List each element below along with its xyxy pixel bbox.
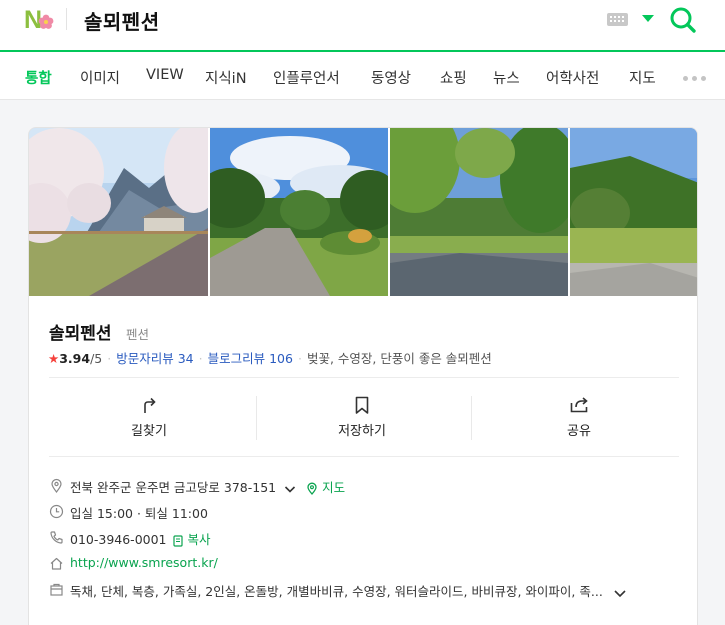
place-name[interactable]: 솔뫼펜션 <box>49 319 112 344</box>
save-button[interactable]: 저장하기 <box>312 395 412 443</box>
blog-reviews-label: 블로그리뷰 <box>207 351 266 366</box>
chevron-down-icon[interactable] <box>284 484 296 494</box>
search-query[interactable]: 솔뫼펜션 <box>84 6 160 35</box>
action-divider <box>471 396 472 440</box>
tab-integrated[interactable]: 통합 <box>25 67 52 88</box>
directions-button[interactable]: 길찾기 <box>99 395 199 443</box>
place-photo[interactable] <box>210 128 388 296</box>
phone-number[interactable]: 010-3946-0001 <box>70 532 167 547</box>
separator-dot: · <box>198 351 203 366</box>
place-photo[interactable] <box>570 128 697 296</box>
share-icon <box>570 397 588 413</box>
place-category: 펜션 <box>126 327 150 342</box>
amenities-icon <box>50 583 63 596</box>
website-link[interactable]: http://www.smresort.kr/ <box>70 555 218 570</box>
action-divider <box>256 396 257 440</box>
visitor-reviews-count: 34 <box>177 351 194 366</box>
amenities-text: 독채, 단체, 복층, 가족실, 2인실, 온돌방, 개별바비큐, 수영장, 워… <box>70 584 603 599</box>
tab-view[interactable]: VIEW <box>146 67 184 83</box>
rating-max: /5 <box>90 351 103 366</box>
tab-dictionary[interactable]: 어학사전 <box>546 67 599 88</box>
tab-videos[interactable]: 동영상 <box>371 67 411 88</box>
map-pin-icon <box>307 482 317 495</box>
visitor-reviews-link[interactable]: 방문자리뷰 34 <box>116 351 193 366</box>
blog-reviews-link[interactable]: 블로그리뷰 106 <box>208 351 293 366</box>
divider <box>49 456 679 457</box>
place-card: 솔뫼펜션 펜션 ★3.94/5 · 방문자리뷰 34 · 블로그리뷰 106 · 벚꽃, 수… <box>28 127 698 625</box>
chevron-down-icon[interactable] <box>613 588 627 598</box>
bookmark-icon <box>355 396 369 414</box>
photo-strip <box>29 128 697 296</box>
search-icon[interactable] <box>668 5 698 35</box>
dropdown-caret-icon[interactable] <box>642 15 654 22</box>
tab-images[interactable]: 이미지 <box>80 67 120 88</box>
home-icon <box>50 557 63 570</box>
visitor-reviews-label: 방문자리뷰 <box>116 351 174 366</box>
top-header: N 솔뫼펜션 <box>0 0 725 50</box>
copy-button[interactable]: 복사 <box>187 532 210 547</box>
directions-label: 길찾기 <box>131 424 167 439</box>
location-pin-icon <box>51 478 62 493</box>
place-photo[interactable] <box>390 128 568 296</box>
rating-value: 3.94 <box>59 351 91 366</box>
share-label: 공유 <box>567 424 591 439</box>
clock-icon <box>49 504 64 519</box>
share-button[interactable]: 공유 <box>529 395 629 443</box>
copy-icon[interactable] <box>172 534 184 547</box>
divider <box>49 377 679 378</box>
keyboard-icon[interactable] <box>607 13 628 26</box>
tab-influencer[interactable]: 인플루언서 <box>273 67 340 88</box>
phone-icon <box>50 531 63 544</box>
blog-reviews-count: 106 <box>269 351 293 366</box>
rating-star-icon: ★ <box>48 351 60 366</box>
tab-knowledge-in[interactable]: 지식iN <box>205 67 247 88</box>
tab-map[interactable]: 지도 <box>629 67 656 88</box>
separator-dot: · <box>107 351 112 366</box>
place-photo[interactable] <box>29 128 208 296</box>
logo-divider <box>66 8 67 30</box>
naver-logo[interactable]: N <box>24 6 56 32</box>
hours-text: 입실 15:00 · 퇴실 11:00 <box>70 506 208 521</box>
separator-dot: · <box>297 351 302 366</box>
tab-shopping[interactable]: 쇼핑 <box>440 67 467 88</box>
map-link[interactable]: 지도 <box>322 480 345 495</box>
save-label: 저장하기 <box>338 424 386 439</box>
directions-icon <box>144 397 156 413</box>
place-tagline: 벚꽃, 수영장, 단풍이 좋은 솔뫼펜션 <box>306 351 492 366</box>
tab-news[interactable]: 뉴스 <box>493 67 520 88</box>
search-tabs: 통합 이미지 VIEW 지식iN 인플루언서 동영상 쇼핑 뉴스 어학사전 지도 <box>0 52 725 100</box>
place-stats: ★3.94/5 · 방문자리뷰 34 · 블로그리뷰 106 · 벚꽃, 수영장, 단풍이 … <box>48 348 492 367</box>
address-text: 전북 완주군 운주면 금고당로 378-151 <box>70 480 277 495</box>
